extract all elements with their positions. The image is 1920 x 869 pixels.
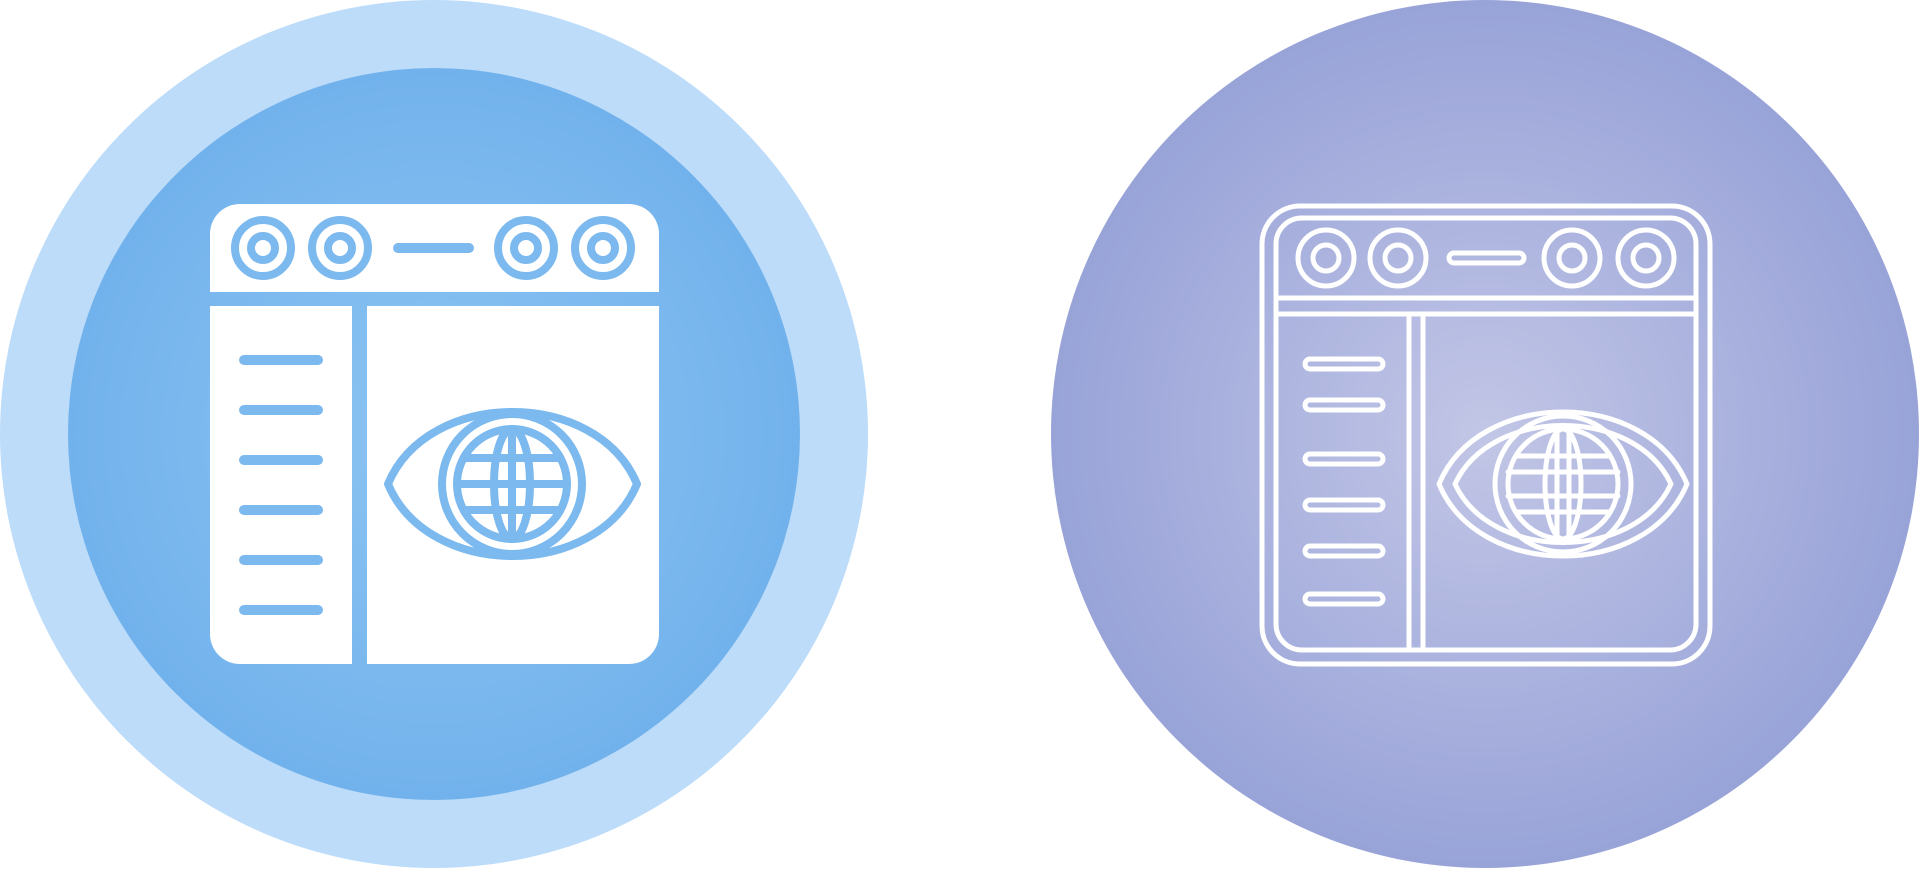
web-monitoring-glyph-tile	[0, 0, 869, 869]
web-monitoring-glyph-icon	[0, 0, 868, 868]
web-monitoring-outline-tile	[1051, 0, 1920, 869]
web-monitoring-outline-icon	[1051, 0, 1919, 868]
